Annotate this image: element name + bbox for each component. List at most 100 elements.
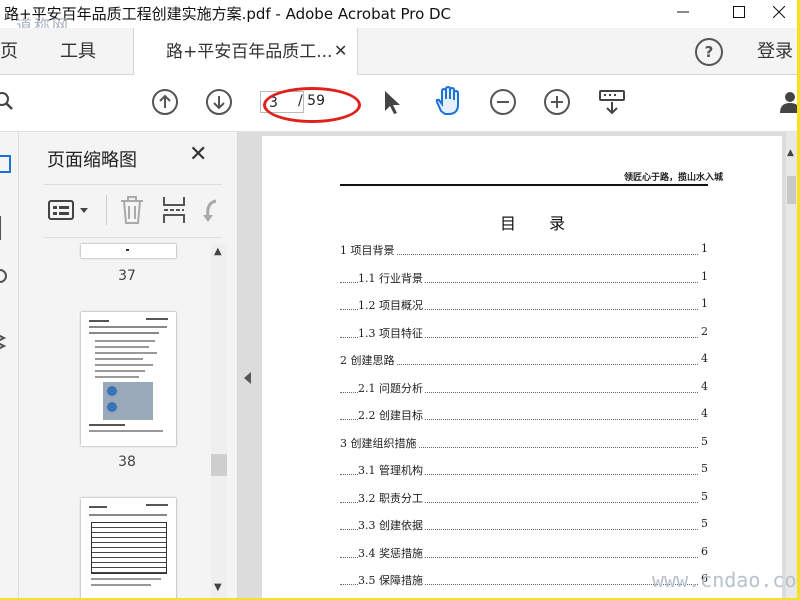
toc-entry-label: 2.1 问题分析 bbox=[358, 379, 425, 396]
divider bbox=[106, 195, 107, 225]
document-viewer: 领匠心于路，揽山水入城 目 录 1 项目背景 1 1.1 行业背景 1 1.2 项目概况… bbox=[238, 132, 797, 598]
tab-close-icon[interactable]: ✕ bbox=[334, 27, 347, 75]
maximize-icon bbox=[733, 6, 745, 18]
toc-entry-page: 5 bbox=[699, 462, 708, 475]
toc-entry-page: 5 bbox=[699, 517, 708, 530]
toolbar: 3 / 59 bbox=[0, 75, 797, 132]
toc-entry[interactable]: 1.1 行业背景 1 bbox=[340, 269, 708, 286]
panel-scrollbar[interactable]: ▲ ▼ bbox=[211, 244, 227, 598]
select-cursor-icon[interactable] bbox=[382, 89, 402, 115]
help-icon[interactable]: ? bbox=[695, 38, 723, 66]
toc-entry-label: 3.4 奖惩措施 bbox=[358, 544, 425, 561]
hand-tool-icon[interactable] bbox=[432, 85, 462, 117]
zoom-in-button[interactable] bbox=[544, 89, 570, 115]
toc-entry-label: 2 创建思路 bbox=[340, 352, 397, 368]
annotation-oval bbox=[263, 87, 361, 123]
scroll-up-icon[interactable]: ▲ bbox=[787, 148, 794, 158]
toc-entry[interactable]: 2.1 问题分析 4 bbox=[340, 379, 708, 396]
toc-entry-label: 2.2 创建目标 bbox=[358, 407, 425, 423]
keyboard-download-icon[interactable] bbox=[598, 89, 626, 117]
scroll-down-icon[interactable]: ▼ bbox=[214, 582, 222, 593]
toc-entry-page: 5 bbox=[699, 489, 708, 503]
collapse-panel-icon[interactable] bbox=[244, 372, 251, 384]
arrow-down-icon bbox=[213, 96, 225, 110]
toc-entry[interactable]: 2.2 创建目标 4 bbox=[340, 407, 708, 423]
toc-entry[interactable]: 1 项目背景 1 bbox=[340, 242, 708, 258]
rotate-icon[interactable] bbox=[202, 197, 222, 223]
document-scrollbar[interactable]: ▲ bbox=[786, 132, 797, 598]
next-page-button[interactable] bbox=[206, 89, 232, 115]
toc-entry-page: 1 bbox=[699, 297, 708, 310]
minus-icon bbox=[497, 101, 509, 103]
thumbnails-panel: 页面缩略图 ✕ 37 38 ▲ ▼ bbox=[19, 132, 238, 598]
scroll-up-icon[interactable]: ▲ bbox=[214, 246, 222, 257]
toc-entry-page: 1 bbox=[699, 269, 708, 283]
page-thumbnails-icon[interactable] bbox=[0, 154, 14, 174]
toc-entry[interactable]: 3.4 奖惩措施 6 bbox=[340, 544, 708, 561]
toc-entry-label: 1.2 项目概况 bbox=[358, 297, 425, 313]
toc-entry-label: 3.3 创建依据 bbox=[358, 517, 425, 533]
acrobat-window: 路+平安百年品质工程创建实施方案.pdf - Adobe Acrobat Pro… bbox=[0, 0, 800, 600]
toc-entry-page: 4 bbox=[699, 407, 708, 420]
close-icon bbox=[772, 5, 786, 19]
arrow-up-icon bbox=[159, 94, 171, 108]
tab-document[interactable]: 路+平安百年品质工... ✕ bbox=[133, 28, 358, 75]
tab-bar: 主页 工具 路+平安百年品质工... ✕ ? 登录 bbox=[0, 28, 797, 75]
plus-icon bbox=[551, 96, 563, 108]
thumbnail-page-38[interactable] bbox=[81, 312, 176, 446]
panel-toolbar bbox=[44, 184, 222, 238]
navigation-rail bbox=[0, 132, 19, 598]
scroll-thumb[interactable] bbox=[787, 176, 796, 204]
thumbnail-page-37[interactable] bbox=[81, 244, 176, 258]
login-link[interactable]: 登录 bbox=[757, 28, 797, 74]
minimize-icon bbox=[677, 11, 689, 13]
scroll-thumb[interactable] bbox=[211, 454, 227, 476]
toc-entry[interactable]: 1.3 项目特征 2 bbox=[340, 324, 708, 341]
tab-tools[interactable]: 工具 bbox=[60, 28, 110, 74]
toc-entry-label: 3.1 管理机构 bbox=[358, 462, 425, 478]
toc-entry-page: 4 bbox=[699, 352, 708, 365]
toc-entry-label: 3 创建组织措施 bbox=[340, 434, 419, 451]
zoom-out-button[interactable] bbox=[490, 89, 516, 115]
panel-title: 页面缩略图 bbox=[47, 150, 137, 171]
insert-page-icon[interactable] bbox=[162, 195, 188, 225]
toc-entry-label: 3.5 保障措施 bbox=[358, 572, 425, 588]
thumbnail-page-number: 37 bbox=[118, 268, 136, 284]
toc-entry[interactable]: 3 创建组织措施 5 bbox=[340, 434, 708, 451]
toc-entry-label: 3.2 职责分工 bbox=[358, 489, 425, 506]
toc-entry-page: 2 bbox=[699, 324, 708, 338]
toc-entry-label: 1.1 行业背景 bbox=[358, 269, 425, 286]
minimize-button[interactable] bbox=[660, 0, 706, 28]
panel-close-icon[interactable]: ✕ bbox=[189, 142, 207, 167]
prev-page-button[interactable] bbox=[152, 89, 178, 115]
toc-entry-page: 1 bbox=[699, 242, 708, 255]
toc-title: 目 录 bbox=[500, 214, 580, 233]
toc-entry-page: 4 bbox=[699, 379, 708, 393]
toc-entry[interactable]: 3.1 管理机构 5 bbox=[340, 462, 708, 478]
delete-page-icon[interactable] bbox=[118, 195, 146, 225]
toc-entry[interactable]: 2 创建思路 4 bbox=[340, 352, 708, 368]
toc-entry-page: 5 bbox=[699, 434, 708, 448]
thumbnail-page-number: 38 bbox=[118, 454, 136, 470]
thumbnail-page-39[interactable] bbox=[81, 498, 176, 598]
window-title: 路+平安百年品质工程创建实施方案.pdf - Adobe Acrobat Pro… bbox=[4, 5, 452, 23]
thumbnail-options-icon[interactable] bbox=[48, 199, 92, 223]
attachment-icon[interactable] bbox=[0, 266, 10, 286]
header-rule bbox=[340, 184, 708, 186]
page-header: 领匠心于路，揽山水入城 bbox=[624, 173, 724, 183]
tab-document-label: 路+平安百年品质工... bbox=[166, 42, 333, 62]
pdf-page: 领匠心于路，揽山水入城 目 录 1 项目背景 1 1.1 行业背景 1 1.2 项目概况… bbox=[262, 136, 782, 598]
account-icon[interactable] bbox=[780, 91, 800, 113]
bookmarks-icon[interactable] bbox=[0, 214, 10, 242]
tab-home[interactable]: 主页 bbox=[0, 28, 42, 74]
toc-entry[interactable]: 3.3 创建依据 5 bbox=[340, 517, 708, 533]
toc-entry-label: 1 项目背景 bbox=[340, 242, 397, 258]
layers-icon[interactable] bbox=[0, 330, 10, 354]
toc-entry-label: 1.3 项目特征 bbox=[358, 324, 425, 341]
toc-entry[interactable]: 3.2 职责分工 5 bbox=[340, 489, 708, 506]
search-icon[interactable] bbox=[0, 91, 18, 113]
toc-entry-page: 6 bbox=[699, 544, 708, 558]
toc-entry[interactable]: 1.2 项目概况 1 bbox=[340, 297, 708, 313]
close-window-button[interactable] bbox=[756, 0, 797, 28]
watermark-bottom: www.cndao.com bbox=[652, 568, 800, 592]
